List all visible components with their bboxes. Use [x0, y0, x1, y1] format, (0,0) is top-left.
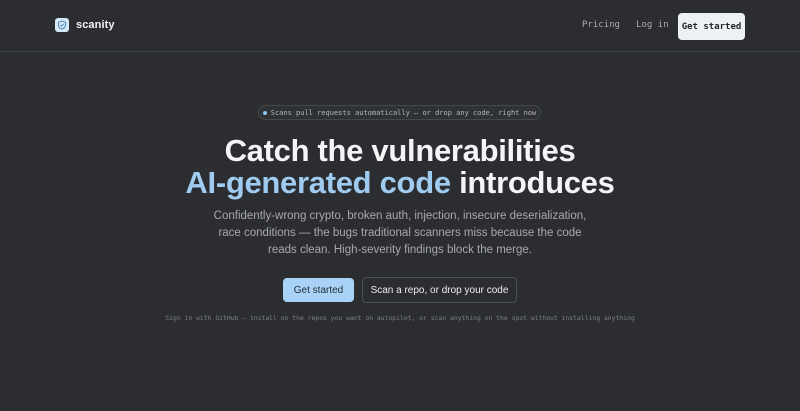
headline-accent: AI-generated code: [185, 165, 451, 200]
headline-line-1: Catch the vulnerabilities: [224, 133, 576, 168]
get-started-button[interactable]: Get started: [283, 278, 354, 302]
scan-repo-button[interactable]: Scan a repo, or drop your code: [362, 277, 517, 303]
top-nav: scanity Pricing Log in Get started: [0, 0, 800, 52]
status-dot-icon: [262, 110, 267, 115]
headline-line-2: AI-generated code introduces: [0, 165, 800, 201]
headline-rest: introduces: [450, 165, 615, 200]
brand[interactable]: scanity: [55, 18, 115, 32]
nav-link-pricing[interactable]: Pricing: [582, 20, 620, 30]
subheadline-line-2: race conditions — the bugs traditional s…: [218, 227, 582, 239]
pill-text: Scans pull requests automatically — or d…: [270, 108, 537, 117]
nav-get-started-button[interactable]: Get started: [678, 13, 745, 40]
footnote: Sign in with GitHub — install on the rep…: [165, 314, 635, 322]
logo-icon: [55, 18, 69, 32]
announcement-pill: Scans pull requests automatically — or d…: [258, 105, 541, 120]
subheadline-line-1: Confidently-wrong crypto, broken auth, i…: [213, 210, 587, 222]
brand-name: scanity: [76, 19, 115, 31]
subheadline-line-3: reads clean. High-severity findings bloc…: [268, 244, 532, 256]
nav-link-login[interactable]: Log in: [636, 20, 669, 30]
